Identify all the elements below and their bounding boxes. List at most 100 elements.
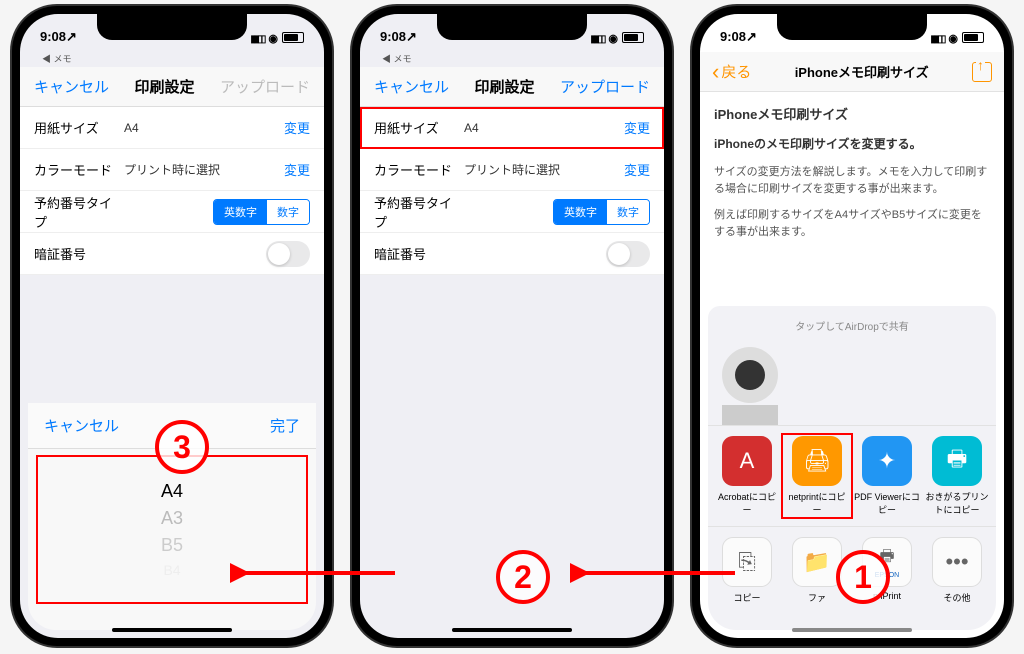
color-mode-row: カラーモード プリント時に選択 変更 xyxy=(360,149,664,191)
color-mode-change-button[interactable]: 変更 xyxy=(284,160,310,179)
paper-size-label: 用紙サイズ xyxy=(34,118,124,137)
action-more[interactable]: ••• その他 xyxy=(924,537,990,604)
action-label: ファ xyxy=(808,591,826,604)
more-icon: ••• xyxy=(932,537,982,587)
home-indicator[interactable] xyxy=(452,628,572,632)
sub-status[interactable]: ◀ メモ xyxy=(360,52,664,67)
status-time: 9:08 xyxy=(720,29,746,44)
number-type-segment[interactable]: 英数字 数字 xyxy=(213,199,310,225)
app-label: おきがるプリントにコピー xyxy=(924,490,990,516)
airdrop-contact-name xyxy=(722,405,778,425)
pin-row: 暗証番号 xyxy=(360,233,664,275)
pin-label: 暗証番号 xyxy=(34,244,124,263)
signal-icon xyxy=(930,30,944,45)
folder-icon: 📁 xyxy=(792,537,842,587)
cancel-button[interactable]: キャンセル xyxy=(374,76,449,97)
share-icon[interactable] xyxy=(972,62,992,82)
picker-cancel-button[interactable]: キャンセル xyxy=(44,415,119,436)
nav-bar: キャンセル 印刷設定 アップロード xyxy=(360,67,664,107)
paper-size-label: 用紙サイズ xyxy=(374,118,464,137)
paper-size-change-button[interactable]: 変更 xyxy=(284,118,310,137)
battery-icon xyxy=(282,32,304,43)
wifi-icon xyxy=(948,30,958,45)
phone-screen-3: 9:08↗ 戻る iPhoneメモ印刷サイズ iPhoneメモ印刷サイズ iPh… xyxy=(700,14,1004,638)
back-button[interactable]: 戻る xyxy=(712,61,751,83)
app-label: PDF Viewerにコピー xyxy=(854,490,920,516)
wifi-icon xyxy=(608,30,618,45)
pin-row: 暗証番号 xyxy=(20,233,324,275)
sub-status[interactable]: ◀ メモ xyxy=(20,52,324,67)
number-type-segment[interactable]: 英数字 数字 xyxy=(553,199,650,225)
color-mode-value: プリント時に選択 xyxy=(464,161,624,178)
picker-item[interactable]: B4 xyxy=(163,562,180,578)
step-badge-1: 1 xyxy=(836,550,890,604)
share-app-netprint[interactable]: 🖨 netprintにコピー xyxy=(784,436,850,516)
settings-list: 用紙サイズ A4 変更 カラーモード プリント時に選択 変更 予約番号タイプ 英… xyxy=(360,107,664,275)
settings-list: 用紙サイズ A4 変更 カラーモード プリント時に選択 変更 予約番号タイプ 英… xyxy=(20,107,324,275)
airdrop-contact[interactable] xyxy=(722,347,778,403)
notes-nav-bar: 戻る iPhoneメモ印刷サイズ xyxy=(700,52,1004,92)
home-indicator[interactable] xyxy=(112,628,232,632)
picker-item[interactable]: A4 xyxy=(161,481,183,502)
share-app-okigaru[interactable]: 🖶 おきがるプリントにコピー xyxy=(924,436,990,516)
pin-label: 暗証番号 xyxy=(374,244,464,263)
paper-size-value: A4 xyxy=(124,121,284,135)
phone-frame-3: 9:08↗ 戻る iPhoneメモ印刷サイズ iPhoneメモ印刷サイズ iPh… xyxy=(692,6,1012,646)
acrobat-icon: A xyxy=(722,436,772,486)
chevron-left-icon xyxy=(712,61,719,83)
picker-item[interactable]: A3 xyxy=(161,508,183,529)
paper-size-change-button[interactable]: 変更 xyxy=(624,118,650,137)
upload-button[interactable]: アップロード xyxy=(560,76,650,97)
picker-done-button[interactable]: 完了 xyxy=(270,415,300,436)
arrow-1-to-2 xyxy=(230,558,400,588)
pin-toggle[interactable] xyxy=(606,241,650,267)
step-badge-3: 3 xyxy=(155,420,209,474)
pin-toggle[interactable] xyxy=(266,241,310,267)
share-app-acrobat[interactable]: A Acrobatにコピー xyxy=(714,436,780,516)
segment-numeric[interactable]: 数字 xyxy=(267,200,309,224)
home-indicator[interactable] xyxy=(792,628,912,632)
segment-alphanumeric[interactable]: 英数字 xyxy=(214,200,267,224)
location-icon: ↗ xyxy=(406,29,417,44)
number-type-row: 予約番号タイプ 英数字 数字 xyxy=(360,191,664,233)
paper-size-row: 用紙サイズ A4 変更 xyxy=(20,107,324,149)
location-icon: ↗ xyxy=(66,29,77,44)
note-paragraph: 例えば印刷するサイズをA4サイズやB5サイズに変更をする事が出来ます。 xyxy=(714,207,990,240)
step-badge-2: 2 xyxy=(496,550,550,604)
action-label: その他 xyxy=(943,591,970,604)
color-mode-label: カラーモード xyxy=(374,160,464,179)
nav-bar: キャンセル 印刷設定 アップロード xyxy=(20,67,324,107)
upload-button: アップロード xyxy=(220,76,310,97)
number-type-label: 予約番号タイプ xyxy=(374,193,464,231)
phone-frame-1: 9:08↗ ◀ メモ キャンセル 印刷設定 アップロード 用紙サイズ A4 変更… xyxy=(12,6,332,646)
note-subheading: iPhoneのメモ印刷サイズを変更する。 xyxy=(714,135,990,152)
app-label: Acrobatにコピー xyxy=(714,490,780,516)
note-title-header: iPhoneメモ印刷サイズ xyxy=(795,62,929,81)
phone-screen-1: 9:08↗ ◀ メモ キャンセル 印刷設定 アップロード 用紙サイズ A4 変更… xyxy=(20,14,324,638)
segment-alphanumeric[interactable]: 英数字 xyxy=(554,200,607,224)
paper-size-value: A4 xyxy=(464,121,624,135)
signal-icon xyxy=(250,30,264,45)
color-mode-change-button[interactable]: 変更 xyxy=(624,160,650,179)
page-title: 印刷設定 xyxy=(134,76,194,97)
color-mode-value: プリント時に選択 xyxy=(124,161,284,178)
phone-screen-2: 9:08↗ ◀ メモ キャンセル 印刷設定 アップロード 用紙サイズ A4 変更… xyxy=(360,14,664,638)
action-label: コピー xyxy=(733,591,760,604)
pdfviewer-icon: ✦ xyxy=(862,436,912,486)
picker-item[interactable]: B5 xyxy=(161,535,183,556)
note-heading: iPhoneメモ印刷サイズ xyxy=(714,104,990,123)
netprint-icon: 🖨 xyxy=(792,436,842,486)
cancel-button[interactable]: キャンセル xyxy=(34,76,109,97)
number-type-row: 予約番号タイプ 英数字 数字 xyxy=(20,191,324,233)
status-time: 9:08 xyxy=(380,29,406,44)
color-mode-label: カラーモード xyxy=(34,160,124,179)
note-paragraph: サイズの変更方法を解説します。メモを入力して印刷する場合に印刷サイズを変更する事… xyxy=(714,164,990,197)
airdrop-label: タップしてAirDropで共有 xyxy=(708,314,996,341)
share-app-row: A Acrobatにコピー 🖨 netprintにコピー ✦ PDF Viewe… xyxy=(708,425,996,526)
wifi-icon xyxy=(268,30,278,45)
segment-numeric[interactable]: 数字 xyxy=(607,200,649,224)
share-app-pdfviewer[interactable]: ✦ PDF Viewerにコピー xyxy=(854,436,920,516)
color-mode-row: カラーモード プリント時に選択 変更 xyxy=(20,149,324,191)
note-body: iPhoneメモ印刷サイズ iPhoneのメモ印刷サイズを変更する。 サイズの変… xyxy=(700,92,1004,262)
location-icon: ↗ xyxy=(746,29,757,44)
